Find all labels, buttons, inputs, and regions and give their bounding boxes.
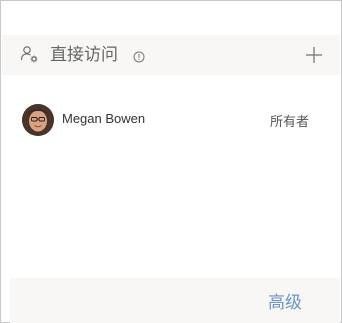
add-member-button[interactable] <box>300 41 328 69</box>
panel-footer: 高级 <box>10 278 340 323</box>
info-icon[interactable] <box>133 48 145 63</box>
direct-access-title: 直接访问 <box>50 45 118 65</box>
direct-access-panel: 直接访问 Megan Bowen 所有者 高级 <box>0 0 342 323</box>
avatar <box>22 104 54 136</box>
member-role: 所有者 <box>270 115 310 130</box>
people-settings-icon <box>20 45 40 65</box>
member-name: Megan Bowen <box>62 111 146 126</box>
direct-access-header: 直接访问 <box>2 35 340 75</box>
plus-icon <box>306 47 322 63</box>
advanced-link[interactable]: 高级 <box>268 292 302 314</box>
member-row[interactable]: Megan Bowen 所有者 <box>2 101 340 139</box>
